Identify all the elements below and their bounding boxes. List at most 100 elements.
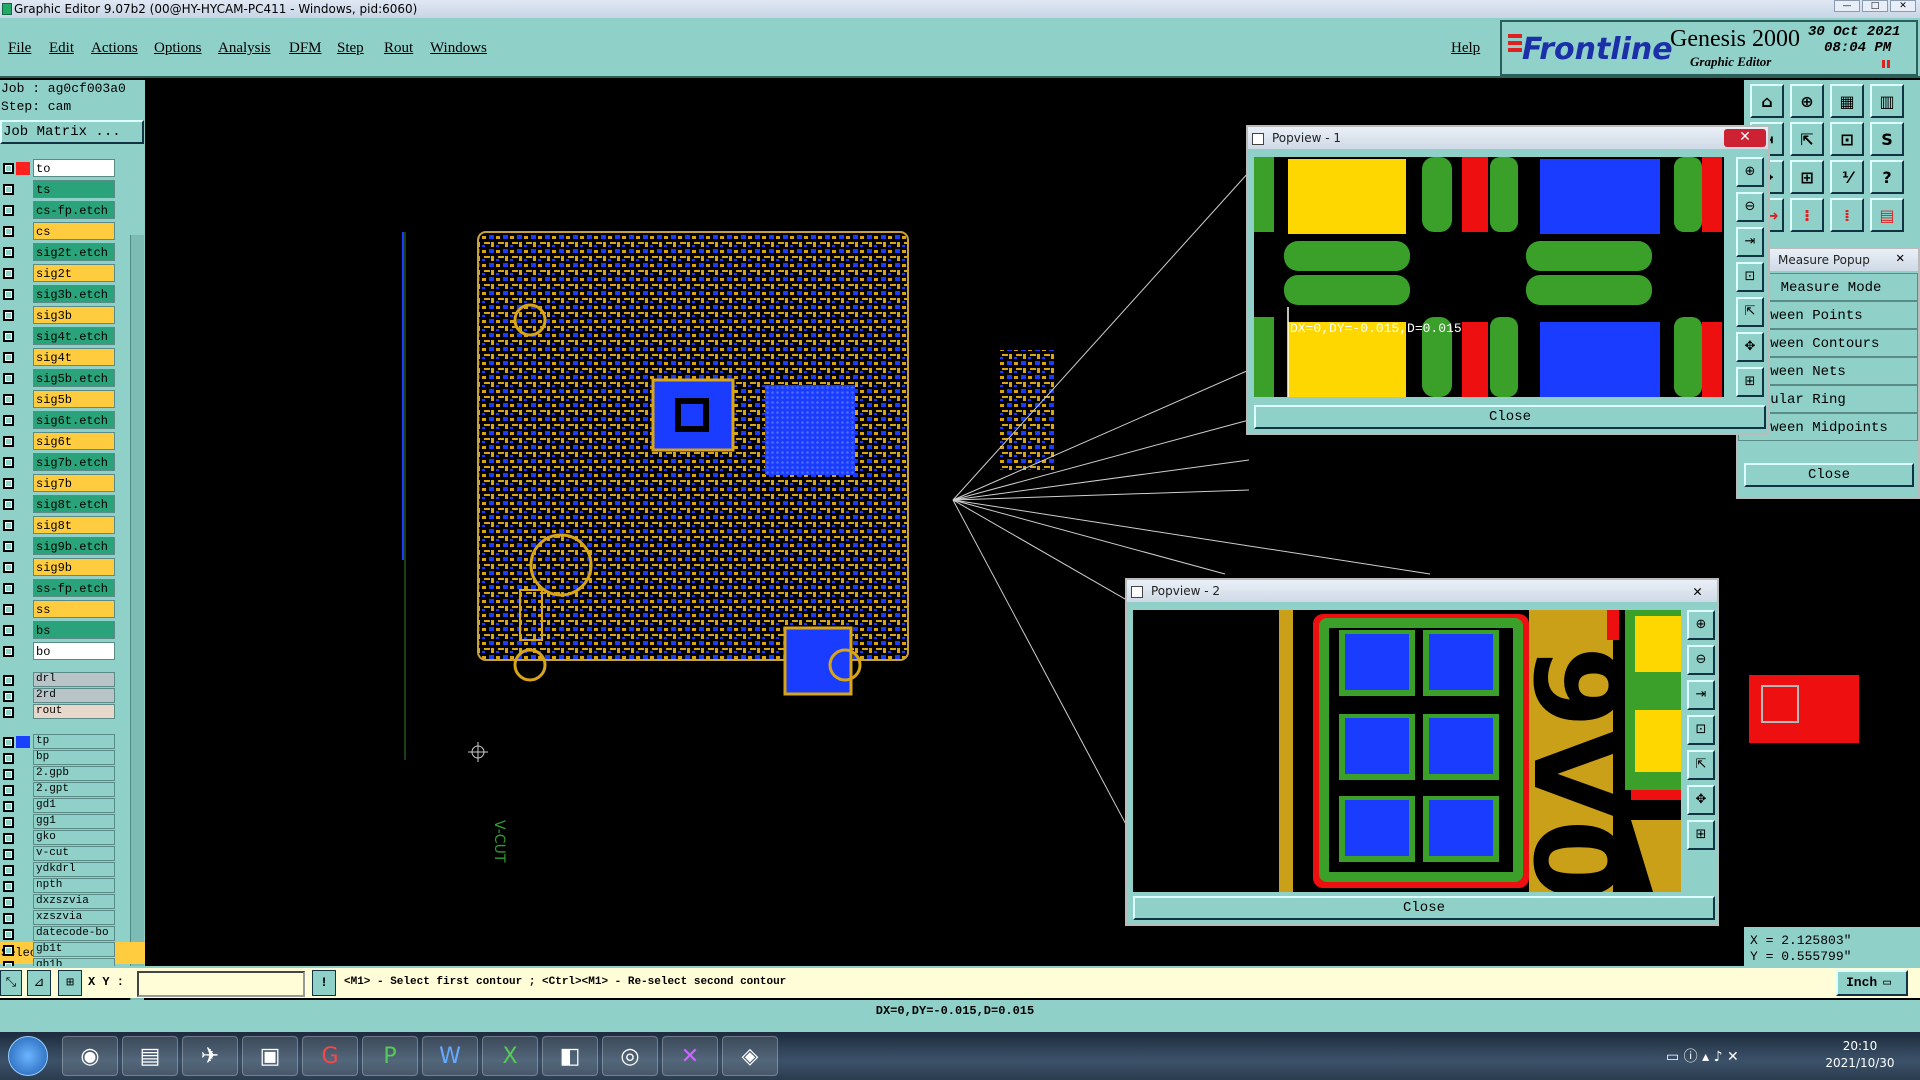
layer-name[interactable]: to [33,159,115,177]
layer-checkbox[interactable] [3,394,14,405]
layer-name[interactable]: tp [33,734,115,749]
taskbar-word-icon[interactable]: W [422,1036,478,1076]
popview-2-canvas[interactable]: 9V0 [1133,610,1681,892]
layer-checkbox[interactable] [3,583,14,594]
taskbar-genesis-icon[interactable]: G [302,1036,358,1076]
layer-name[interactable]: sig6t.etch [33,411,115,429]
layer-row-datecode-bo[interactable]: datecode-bo [0,926,118,942]
popview-2-zoom-in-icon[interactable]: ⊕ [1687,610,1715,640]
menu-help[interactable]: Help [1451,40,1480,57]
popview-2-move-icon[interactable]: ✥ [1687,785,1715,815]
layer-checkbox[interactable] [3,310,14,321]
layer-row-sig9b[interactable]: sig9b [0,557,118,578]
menu-actions[interactable]: Actions [91,40,138,57]
popview-2-close-icon[interactable]: ✕ [1693,582,1702,601]
taskbar-save-icon[interactable]: ▣ [242,1036,298,1076]
layer-checkbox[interactable] [3,817,14,828]
layer-row-xzszvia[interactable]: xzszvia [0,910,118,926]
layer-scrollbar[interactable] [130,235,144,1013]
layer-checkbox[interactable] [3,478,14,489]
layer-row-gg1[interactable]: gg1 [0,814,118,830]
layer-name[interactable]: gd1 [33,798,115,813]
layer-name[interactable]: sig6t [33,432,115,450]
layer-checkbox[interactable] [3,457,14,468]
taskbar-excel-icon[interactable]: X [482,1036,538,1076]
layer-row-2rd[interactable]: 2rd [0,688,118,704]
popview-1-pan-icon[interactable]: ⇥ [1736,227,1764,257]
taskbar-x-icon[interactable]: ✕ [662,1036,718,1076]
layer-checkbox[interactable] [3,436,14,447]
help-tool-icon[interactable]: ? [1870,160,1904,194]
layer-name[interactable]: sig7b.etch [33,453,115,471]
maximize-button[interactable]: □ [1862,0,1888,12]
layer-name[interactable]: 2.gpt [33,782,115,797]
zoom-tool-icon[interactable]: ⊿ [27,970,51,996]
measure-close-button[interactable]: Close [1744,463,1914,487]
layer-checkbox[interactable] [3,268,14,279]
layer-row-sig8t[interactable]: sig8t [0,515,118,536]
layer-name[interactable]: gg1 [33,814,115,829]
layer-row-v-cut[interactable]: v-cut [0,846,118,862]
layer-row-sig5b-etch[interactable]: sig5b.etch [0,368,118,389]
layer-name[interactable]: bs [33,621,115,639]
layer-checkbox[interactable] [3,373,14,384]
menu-analysis[interactable]: Analysis [218,40,271,57]
minimize-button[interactable]: — [1834,0,1860,12]
menu-windows[interactable]: Windows [430,40,487,57]
menu-file[interactable]: File [8,40,31,57]
layer-row-sig9b-etch[interactable]: sig9b.etch [0,536,118,557]
layer-name[interactable]: xzszvia [33,910,115,925]
popview-1-fit-icon[interactable]: ⊡ [1736,262,1764,292]
layer-checkbox[interactable] [3,913,14,924]
center-tool-icon[interactable]: ⊞ [1790,160,1824,194]
layer-name[interactable]: sig2t [33,264,115,282]
xy-input[interactable] [137,971,305,997]
snap-tool-icon[interactable]: S [1870,122,1904,156]
layer-name[interactable]: sig5b [33,390,115,408]
layer-row-sig3b[interactable]: sig3b [0,305,118,326]
units-dropdown[interactable]: Inch ▭ [1836,970,1908,996]
layer-row-drl[interactable]: drl [0,672,118,688]
layer-row-ydkdrl[interactable]: ydkdrl [0,862,118,878]
layer-checkbox[interactable] [3,897,14,908]
popview-2-pan-icon[interactable]: ⇥ [1687,680,1715,710]
layer-name[interactable]: sig5b.etch [33,369,115,387]
layer-checkbox[interactable] [3,331,14,342]
layer-name[interactable]: ydkdrl [33,862,115,877]
grid-toggle-icon[interactable]: ⊞ [58,970,82,996]
popview-2-zoom-out-icon[interactable]: ⊖ [1687,645,1715,675]
layer-name[interactable]: drl [33,672,115,687]
alert-icon[interactable]: ! [312,970,336,996]
layer-row-2-gpb[interactable]: 2.gpb [0,766,118,782]
layer-name[interactable]: 2.gpb [33,766,115,781]
layer-name[interactable]: npth [33,878,115,893]
popview-2-center-icon[interactable]: ⊞ [1687,820,1715,850]
close-window-button[interactable]: ✕ [1890,0,1916,12]
layer-name[interactable]: sig9b [33,558,115,576]
menu-rout[interactable]: Rout [384,40,413,57]
layer-row-gd1[interactable]: gd1 [0,798,118,814]
measure-popup-close-icon[interactable]: ✕ [1896,250,1904,267]
layer-name[interactable]: cs-fp.etch [33,201,115,219]
menu-step[interactable]: Step [337,40,364,57]
layer-row-sig6t-etch[interactable]: sig6t.etch [0,410,118,431]
layer-name[interactable]: sig4t [33,348,115,366]
layer-row-rout[interactable]: rout [0,704,118,720]
start-button[interactable] [8,1036,48,1076]
layer-row-bo[interactable]: bo [0,641,118,662]
layer-name[interactable]: sig3b.etch [33,285,115,303]
layer-checkbox[interactable] [3,691,14,702]
layer-checkbox[interactable] [3,520,14,531]
layer-name[interactable]: sig8t [33,516,115,534]
popview-2-close-button[interactable]: Close [1133,896,1715,920]
layer-name[interactable]: sig8t.etch [33,495,115,513]
layer-name[interactable]: sig2t.etch [33,243,115,261]
layer-name[interactable]: datecode-bo [33,926,115,941]
layer-name[interactable]: sig3b [33,306,115,324]
layer-row-sig8t-etch[interactable]: sig8t.etch [0,494,118,515]
popview-1-close-icon[interactable]: ✕ [1724,129,1766,147]
layer-checkbox[interactable] [3,753,14,764]
house-tool-icon[interactable]: ▦ [1830,84,1864,118]
layer-row-bp[interactable]: bp [0,750,118,766]
net-tool-icon[interactable]: ⁝ [1790,198,1824,232]
